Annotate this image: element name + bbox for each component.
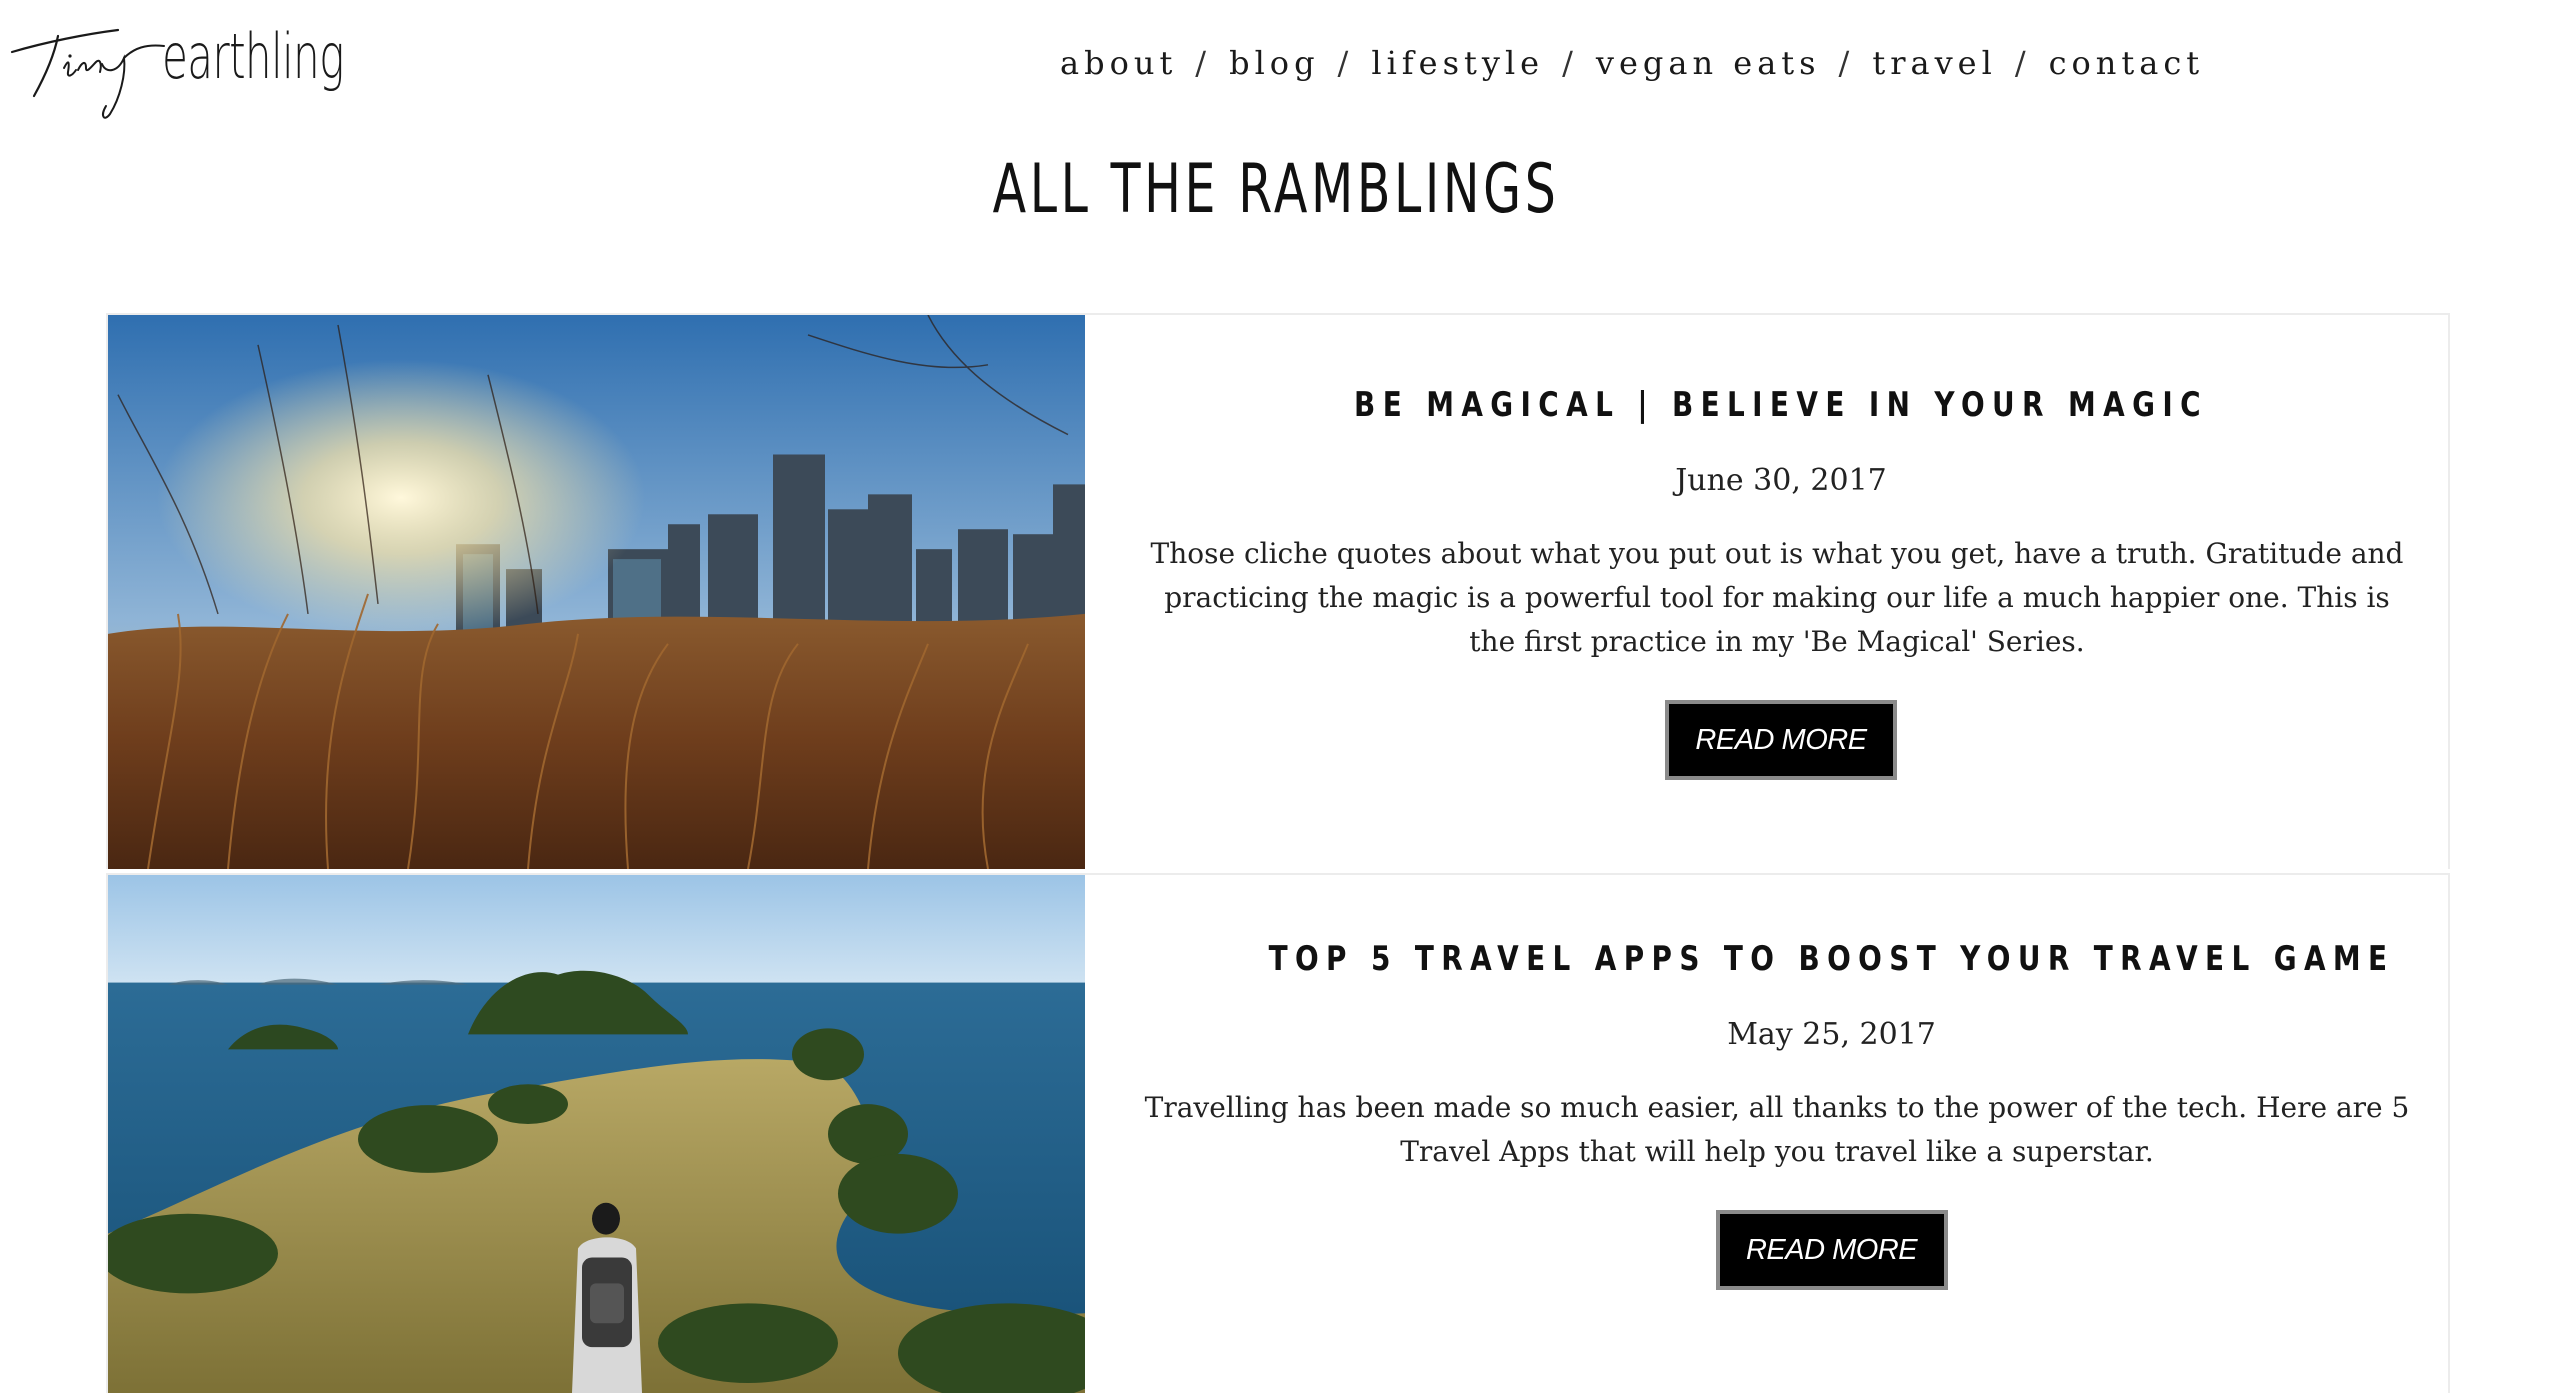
read-more-button[interactable]: READ MORE: [1715, 1210, 1948, 1290]
nav-item-travel[interactable]: travel: [1872, 44, 1996, 82]
main-nav: about / blog / lifestyle / vegan eats / …: [1060, 44, 2204, 82]
nav-separator: /: [1838, 44, 1855, 82]
nav-item-vegan-eats[interactable]: vegan eats: [1596, 44, 1821, 82]
city-skyline-image: [108, 315, 1085, 869]
nav-item-about[interactable]: about: [1060, 44, 1177, 82]
post-body: TOP 5 TRAVEL APPS TO BOOST YOUR TRAVEL G…: [1085, 875, 2552, 1393]
site-logo[interactable]: earthling: [6, 8, 346, 126]
read-more-button[interactable]: READ MORE: [1665, 700, 1897, 780]
coastal-islands-image: [108, 875, 1085, 1393]
post-excerpt: Those cliche quotes about what you put o…: [1150, 537, 2404, 658]
post-title[interactable]: BE MAGICAL | BELIEVE IN YOUR MAGIC: [1259, 385, 2302, 425]
nav-separator: /: [1195, 44, 1212, 82]
nav-item-lifestyle[interactable]: lifestyle: [1371, 44, 1544, 82]
post-card: BE MAGICAL | BELIEVE IN YOUR MAGIC June …: [106, 313, 2450, 869]
post-list: BE MAGICAL | BELIEVE IN YOUR MAGIC June …: [106, 313, 2450, 1393]
site-header: earthling about / blog / lifestyle / veg…: [0, 0, 2552, 140]
nav-separator: /: [1562, 44, 1578, 82]
nav-separator: /: [2014, 44, 2031, 82]
post-thumbnail-image[interactable]: [108, 315, 1085, 869]
nav-item-contact[interactable]: contact: [2049, 44, 2205, 82]
post-excerpt: Travelling has been made so much easier,…: [1144, 1091, 2410, 1168]
post-card: TOP 5 TRAVEL APPS TO BOOST YOUR TRAVEL G…: [106, 873, 2450, 1393]
post-thumbnail-image[interactable]: [108, 875, 1085, 1393]
post-body: BE MAGICAL | BELIEVE IN YOUR MAGIC June …: [1085, 315, 2477, 869]
nav-separator: /: [1337, 44, 1354, 82]
post-date: May 25, 2017: [1727, 1017, 1936, 1052]
post-date: June 30, 2017: [1675, 463, 1887, 498]
logo-script-tiny: [10, 28, 165, 119]
logo-text: earthling: [162, 20, 344, 93]
page-title: ALL THE RAMBLINGS: [992, 150, 1560, 229]
post-title[interactable]: TOP 5 TRAVEL APPS TO BOOST YOUR TRAVEL G…: [1269, 939, 2395, 979]
nav-item-blog[interactable]: blog: [1229, 44, 1319, 82]
